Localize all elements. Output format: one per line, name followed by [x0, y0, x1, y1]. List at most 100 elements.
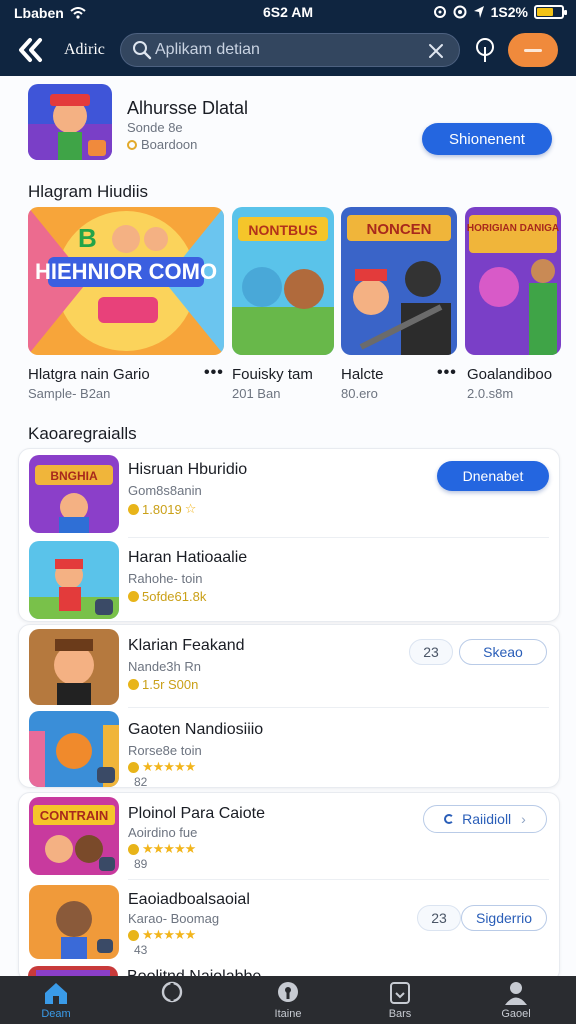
art-text: BNGHIA — [50, 469, 98, 483]
art-text: NONCEN — [366, 221, 431, 238]
carousel-label: Halcte — [341, 366, 384, 383]
nav-label: Gaoel — [501, 1008, 531, 1020]
carousel-label: Fouisky tam — [232, 366, 313, 383]
nav-item-games[interactable] — [132, 980, 212, 1008]
section-title: Kaoaregraialls — [28, 424, 137, 443]
search-input[interactable]: Aplikam detian — [120, 33, 460, 67]
app-subtitle: Karao- Boomag — [128, 911, 220, 926]
coin-icon — [128, 929, 139, 941]
profile-button[interactable] — [508, 33, 558, 67]
app-subtitle: Gom8s8anin — [128, 483, 202, 498]
app-rating: ★★★★★ — [128, 759, 196, 775]
location-pin-icon[interactable] — [472, 36, 498, 64]
carousel-label: Goalandiboo — [467, 366, 553, 383]
install-button[interactable]: Dnenabet — [437, 461, 549, 491]
nav-item-apps[interactable]: Itaine — [248, 980, 328, 1020]
app-rating: 1.5r S00n — [128, 677, 198, 692]
nav-label: Bars — [388, 1008, 412, 1020]
count-badge: 23 — [409, 639, 453, 665]
carousel-item[interactable]: HIEHNIOR COMO B — [28, 207, 224, 355]
app-title: Gaoten Nandiosiiio — [128, 721, 264, 738]
nav-item-home[interactable]: Deam — [16, 980, 96, 1020]
app-icon[interactable] — [28, 966, 118, 976]
featured-meta: Boardoon — [127, 137, 197, 152]
carousel-item[interactable]: HORIGIAN DANIGA — [465, 207, 561, 355]
art-text: HIEHNIOR COMO — [35, 259, 217, 284]
coin-icon — [128, 843, 139, 855]
app-title: Hisruan Hburidio — [128, 461, 248, 478]
chevron-right-icon: › — [521, 811, 526, 827]
star-rating: ★★★★★ — [142, 927, 196, 942]
section-title: Hlagram Hiudiis — [28, 182, 148, 201]
app-icon[interactable] — [29, 711, 119, 787]
rating-count: 43 — [134, 943, 148, 957]
featured-action-button[interactable]: Shionenent — [422, 123, 552, 155]
app-title: Klarian Feakand — [128, 637, 245, 654]
nav-item-updates[interactable]: Bars — [360, 980, 440, 1020]
app-subtitle: Nande3h Rn — [128, 659, 201, 674]
app-subtitle: Rorse8e toin — [128, 743, 202, 758]
nav-label: Deam — [41, 1008, 71, 1020]
status-bar: Lbaben 6S2 AM 1S2% — [0, 0, 576, 26]
art-text: B — [78, 223, 97, 253]
divider — [128, 537, 549, 538]
app-rating: 5ofde61.8k — [128, 589, 206, 604]
featured-meta-text: Boardoon — [141, 137, 198, 152]
art-text: NONTBUS — [248, 222, 317, 238]
main-content: Alhursse Dlatal Sonde 8e Boardoon Shione… — [0, 76, 576, 976]
nav-item-profile[interactable]: Gaoel — [476, 980, 556, 1020]
coin-icon — [128, 503, 139, 515]
carousel-size: Sample- B2an — [28, 386, 111, 401]
top-bar: Lbaben 6S2 AM 1S2% Adiric Aplikam detian — [0, 0, 576, 76]
featured-app-icon[interactable] — [28, 84, 112, 160]
update-button-label: Raiidioll — [462, 811, 512, 827]
carousel-label: Hlatgra nain Gario — [28, 366, 150, 383]
open-button[interactable]: Skeao — [459, 639, 547, 665]
star-icon: ☆ — [184, 501, 197, 516]
coin-icon — [128, 761, 139, 773]
apps-icon — [278, 982, 298, 1002]
rating-count: 89 — [134, 857, 148, 871]
featured-subtitle: Sonde 8e — [127, 120, 183, 135]
back-icon[interactable] — [16, 36, 46, 64]
app-rating: ★★★★★ — [128, 841, 196, 857]
app-icon[interactable] — [29, 885, 119, 959]
app-icon[interactable] — [29, 541, 119, 619]
star-rating: ★★★★★ — [142, 759, 196, 774]
profile-icon — [505, 982, 527, 1005]
featured-title: Alhursse Dlatal — [127, 98, 249, 118]
app-icon[interactable]: BNGHIA — [29, 455, 119, 533]
app-title: Haran Hatioaalie — [128, 549, 248, 566]
app-subtitle: Aoirdino fue — [128, 825, 198, 840]
more-options-icon[interactable]: ••• — [437, 364, 457, 382]
app-icon[interactable] — [29, 629, 119, 705]
clear-icon[interactable] — [427, 42, 445, 60]
nav-label: Itaine — [274, 1008, 302, 1020]
open-button[interactable]: Sigderrio — [461, 905, 547, 931]
update-button[interactable]: Raiidioll › — [423, 805, 547, 833]
more-options-icon[interactable]: ••• — [204, 364, 224, 382]
app-rating: 1.8019 ☆ — [128, 501, 197, 517]
count-badge: 23 — [417, 905, 461, 931]
carousel-item[interactable]: NONCEN — [341, 207, 457, 355]
app-title: Ploinol Para Caiote — [128, 805, 265, 822]
app-title: Eaoiadboalsaoial — [128, 891, 250, 908]
games-icon — [161, 981, 183, 1003]
app-rating-value: 1.8019 — [142, 501, 182, 517]
carousel-size: 201 Ban — [232, 386, 281, 401]
divider — [128, 879, 549, 880]
battery-percent: 1S2% — [490, 4, 528, 20]
alarm-icon — [453, 5, 467, 19]
bottom-nav: Deam Itaine Bars Gaoel — [0, 976, 576, 1024]
badge-ring-icon — [127, 139, 137, 150]
sync-icon — [433, 6, 446, 18]
app-icon[interactable]: CONTRAIN — [29, 797, 119, 875]
spinner-icon — [444, 814, 455, 824]
home-icon — [45, 983, 67, 1004]
carousel-item[interactable]: NONTBUS — [232, 207, 334, 355]
art-text: HORIGIAN DANIGA — [467, 223, 559, 234]
nav-row: Adiric Aplikam detian — [0, 30, 576, 70]
app-subtitle: Rahohe- toin — [128, 571, 203, 586]
app-rating: ★★★★★ — [128, 927, 196, 943]
updates-icon — [390, 982, 410, 1004]
